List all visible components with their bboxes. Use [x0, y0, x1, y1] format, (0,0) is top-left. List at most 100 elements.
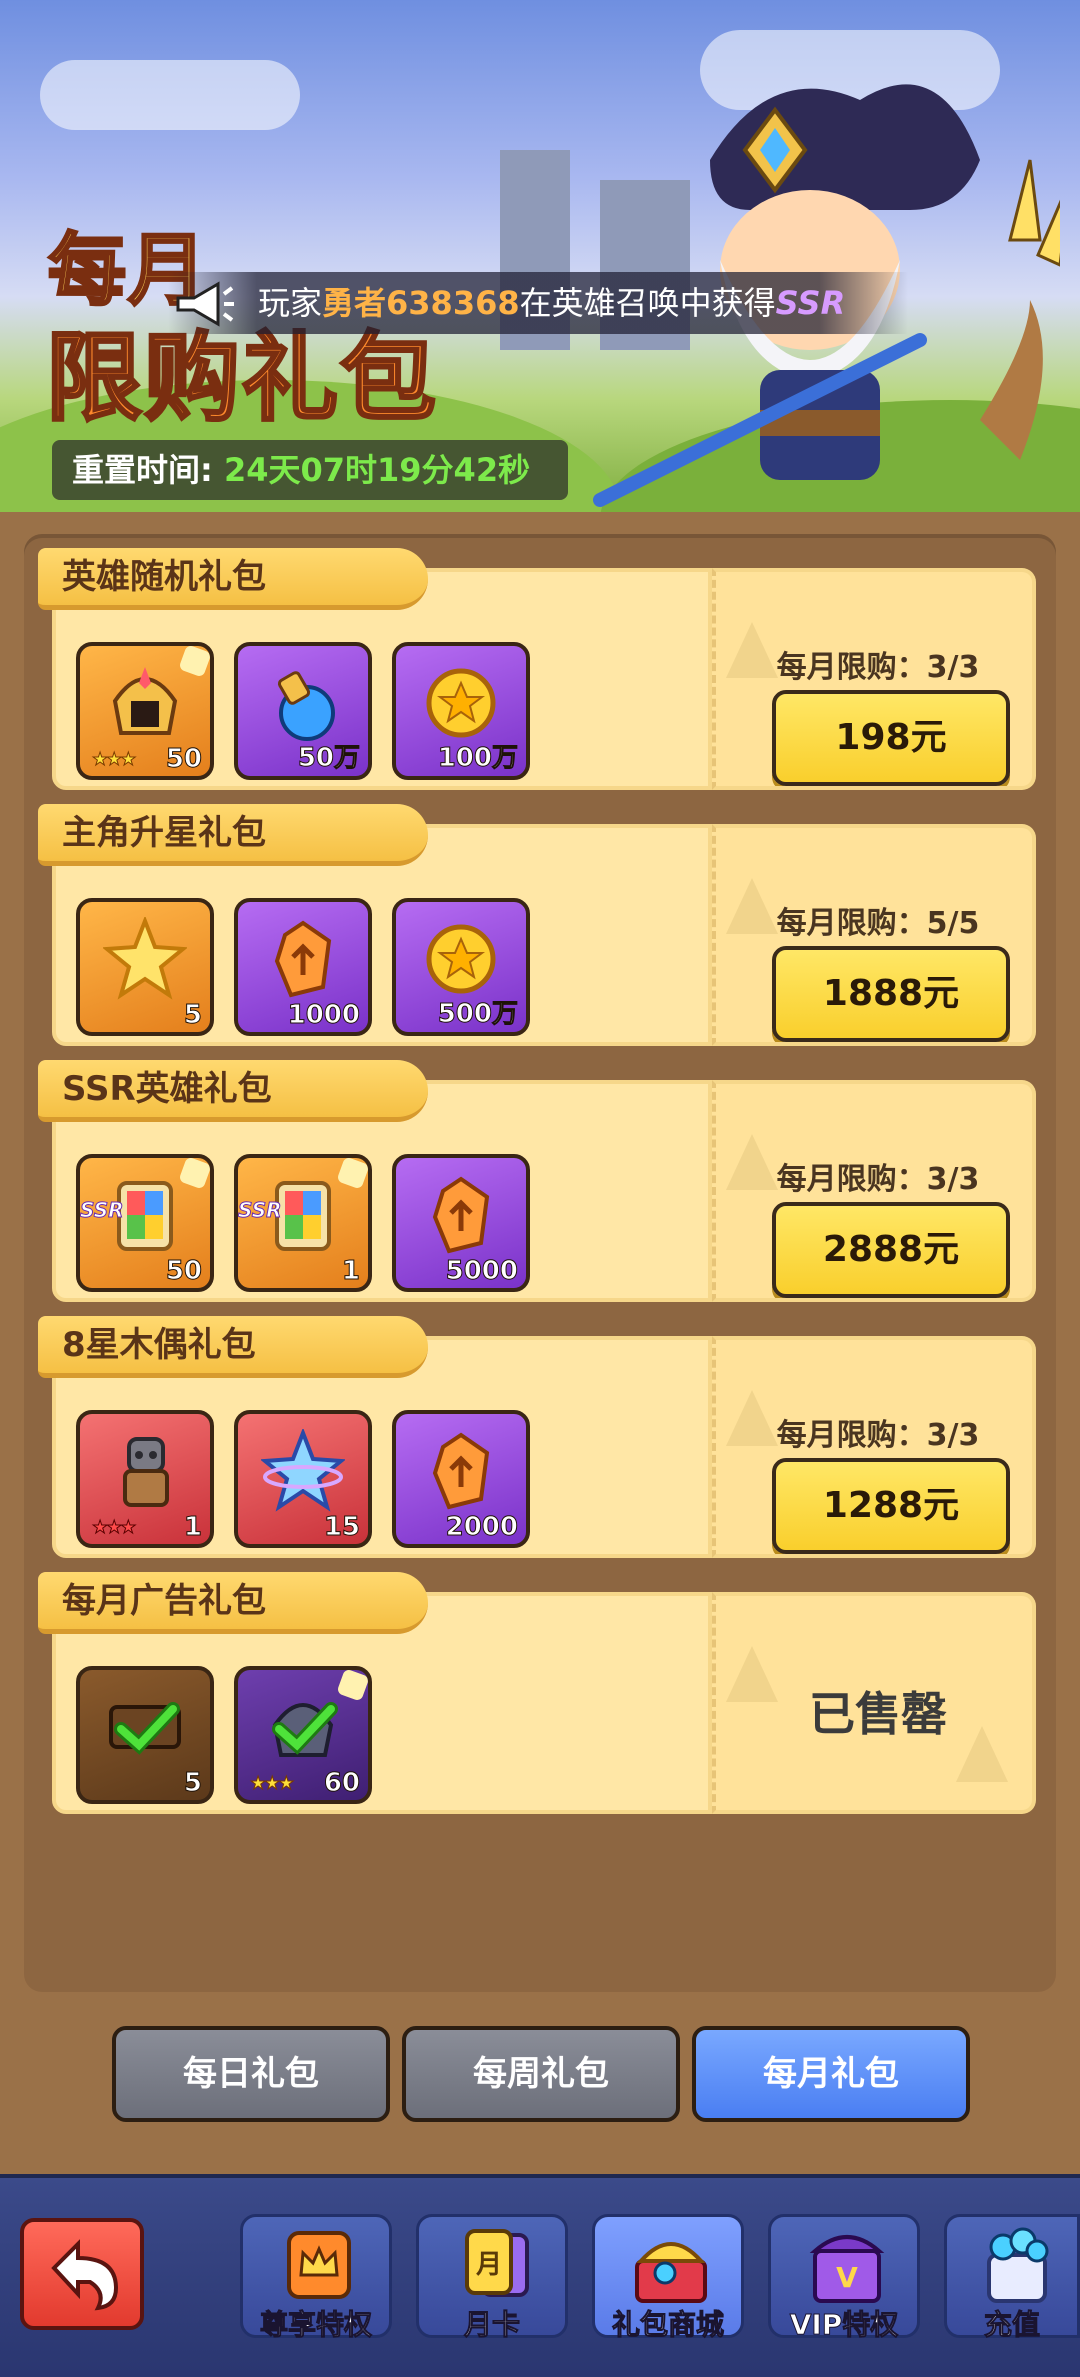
ticker-player-name: 勇者638368 — [322, 284, 520, 322]
pack-buy-area: 每月限购：3/3 1288元 — [712, 1336, 1036, 1558]
item-ticket[interactable]: 5 — [76, 1666, 214, 1804]
buy-button[interactable]: 1288元 — [772, 1458, 1010, 1554]
pack-buy-area: 每月限购：3/3 198元 — [712, 568, 1036, 790]
purchase-limit: 每月限购：3/3 — [776, 1162, 980, 1197]
pack-card: 已售罄 每月广告礼包 5 ★★★ 60 — [38, 1572, 1036, 1814]
item-quantity: 50 — [165, 1256, 202, 1287]
item-quantity: 60 — [323, 1768, 360, 1799]
nav-label: 充值 — [983, 2308, 1040, 2342]
upgrade-crystal-icon — [432, 1176, 490, 1254]
item-stars: ★★★ — [249, 1773, 294, 1795]
buy-button[interactable]: 2888元 — [772, 1202, 1010, 1298]
nav-gift-shop[interactable]: 礼包商城 — [592, 2214, 744, 2342]
item-quantity: 2000 — [445, 1512, 518, 1543]
reset-timer: 重置时间: 24天07时19分42秒 — [52, 440, 568, 500]
item-hero-helmet[interactable]: ★★★ 50 — [76, 642, 214, 780]
item-quantity: 1 — [183, 1512, 202, 1543]
reset-time: 24天07时19分42秒 — [223, 451, 531, 489]
svg-text:V: V — [836, 2261, 858, 2294]
gold-star-icon — [103, 917, 187, 1000]
pack-buy-area: 每月限购：3/3 2888元 — [712, 1080, 1036, 1302]
ticker-middle: 在英雄召唤中获得 — [519, 284, 776, 322]
item-gold-coin[interactable]: 500万 — [392, 898, 530, 1036]
pack-buy-area: 每月限购：5/5 1888元 — [712, 824, 1036, 1046]
svg-text:月: 月 — [475, 2250, 502, 2280]
back-button[interactable] — [20, 2218, 144, 2330]
ssr-tag: SSR — [238, 1198, 282, 1223]
gift-chest-icon — [635, 2242, 707, 2303]
bottom-nav: 尊享特权 月 月卡 礼包商城 V VIP特权 充值 — [0, 2174, 1080, 2377]
item-upgrade-crystal[interactable]: 1000 — [234, 898, 372, 1036]
ssr-tag: SSR — [80, 1198, 124, 1223]
item-quantity: 1000 — [287, 1000, 360, 1031]
tab-daily-packs[interactable]: 每日礼包 — [112, 2026, 390, 2122]
ticker-prefix: 玩家 — [258, 284, 323, 322]
vip-chest-icon: V — [809, 2235, 885, 2303]
item-quantity: 100万 — [437, 743, 518, 774]
cloud — [40, 60, 300, 130]
item-quantity: 500万 — [437, 999, 518, 1030]
item-stars: ★★★ — [91, 749, 136, 771]
item-quantity: 1 — [341, 1256, 360, 1287]
pack-card: 每月限购：5/5 1888元 主角升星礼包 5 1000 500万 — [38, 804, 1036, 1046]
nav-label: 尊享特权 — [259, 2308, 372, 2342]
item-gold-star[interactable]: 5 — [76, 898, 214, 1036]
nav-label: 月卡 — [463, 2308, 520, 2342]
blue-potion-icon — [277, 671, 335, 742]
item-blue-star-gem[interactable]: 15 — [234, 1410, 372, 1548]
item-wooden-puppet[interactable]: ★★★ 1 — [76, 1410, 214, 1548]
tab-monthly-packs[interactable]: 每月礼包 — [692, 2026, 970, 2122]
sold-out-label: 已售罄 — [809, 1687, 947, 1741]
item-blue-potion[interactable]: 50万 — [234, 642, 372, 780]
item-hero-check[interactable]: ★★★ 60 — [234, 1666, 372, 1804]
nav-recharge[interactable]: 充值 — [944, 2214, 1080, 2342]
pack-buy-area: 已售罄 — [712, 1592, 1036, 1814]
nav-month-card[interactable]: 月 月卡 — [416, 2214, 568, 2342]
buy-button[interactable]: 198元 — [772, 690, 1010, 786]
item-quantity: 5 — [183, 1768, 202, 1799]
pack-card: 每月限购：3/3 1288元 8星木偶礼包 ★★★ 1 15 2000 — [38, 1316, 1036, 1558]
gold-coin-icon — [426, 668, 496, 738]
item-upgrade-crystal[interactable]: 2000 — [392, 1410, 530, 1548]
blue-star-gem-icon — [261, 1429, 345, 1512]
nav-vip[interactable]: V VIP特权 — [768, 2214, 920, 2342]
upgrade-crystal-icon — [432, 1432, 490, 1510]
pack-title: 英雄随机礼包 — [38, 548, 428, 610]
item-stars: ★★★ — [91, 1517, 136, 1539]
ticket-check-icon — [109, 1702, 181, 1755]
reset-label: 重置时间: — [72, 451, 224, 489]
hero-helmet-icon — [112, 667, 178, 736]
item-quantity: 15 — [323, 1512, 360, 1543]
tab-weekly-packs[interactable]: 每周礼包 — [402, 2026, 680, 2122]
megaphone-icon — [176, 281, 234, 327]
item-quantity: 5 — [183, 1000, 202, 1031]
hero-check-icon — [272, 1702, 338, 1758]
ticker-reward: SSR — [775, 284, 846, 322]
item-ssr-hero-card[interactable]: SSR 1 — [234, 1154, 372, 1292]
banner: 每月 限购礼包 玩家勇者638368在英雄召唤中获得SSR 重置时间: 24天0… — [0, 0, 1080, 512]
purchase-limit: 每月限购：3/3 — [776, 650, 980, 685]
pack-card: 每月限购：3/3 2888元 SSR英雄礼包 SSR 50 SSR 1 5000 — [38, 1060, 1036, 1302]
purchase-limit: 每月限购：5/5 — [776, 906, 980, 941]
pack-title: 主角升星礼包 — [38, 804, 428, 866]
item-gold-coin[interactable]: 100万 — [392, 642, 530, 780]
upgrade-crystal-icon — [274, 920, 332, 998]
announcement-ticker: 玩家勇者638368在英雄召唤中获得SSR — [168, 272, 908, 334]
item-quantity: 5000 — [445, 1256, 518, 1287]
crown-card-icon — [287, 2231, 351, 2299]
item-quantity: 50万 — [297, 743, 360, 774]
nav-vip-privilege[interactable]: 尊享特权 — [240, 2214, 392, 2342]
item-upgrade-crystal[interactable]: 5000 — [392, 1154, 530, 1292]
buy-button[interactable]: 1888元 — [772, 946, 1010, 1042]
wooden-puppet-icon — [123, 1437, 169, 1508]
pack-title: 每月广告礼包 — [38, 1572, 428, 1634]
month-card-icon: 月 — [465, 2229, 529, 2297]
nav-label: VIP特权 — [789, 2308, 899, 2342]
nav-label: 礼包商城 — [611, 2308, 724, 2342]
item-ssr-hero-card[interactable]: SSR 50 — [76, 1154, 214, 1292]
gem-bag-icon — [987, 2227, 1049, 2303]
purchase-limit: 每月限购：3/3 — [776, 1418, 980, 1453]
gold-coin-icon — [426, 924, 496, 994]
pack-card: 每月限购：3/3 198元 英雄随机礼包 ★★★ 50 50万 100万 — [38, 548, 1036, 790]
pack-title: SSR英雄礼包 — [38, 1060, 428, 1122]
